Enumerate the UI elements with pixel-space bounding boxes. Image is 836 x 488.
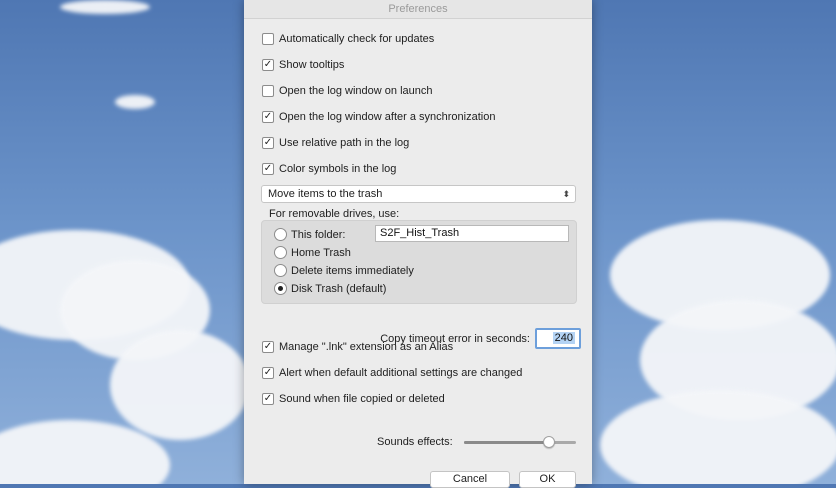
checkbox[interactable]: ✓ xyxy=(262,137,274,149)
checkbox[interactable] xyxy=(262,33,274,45)
checkbox[interactable] xyxy=(262,85,274,97)
chevron-updown-icon: ⬍ xyxy=(562,189,570,199)
trash-action-select[interactable]: Move items to the trash ⬍ xyxy=(261,185,576,203)
radio-home-trash[interactable]: Home Trash xyxy=(274,246,351,259)
radio-label: Disk Trash (default) xyxy=(291,282,387,295)
radio-button[interactable] xyxy=(274,282,287,295)
checkmark-icon: ✓ xyxy=(263,59,273,70)
removable-drives-label: For removable drives, use: xyxy=(269,208,400,220)
check-label: Manage ".lnk" extension as an Alias xyxy=(279,341,454,353)
check-alert-settings[interactable]: ✓ Alert when default additional settings… xyxy=(262,367,522,379)
check-label: Sound when file copied or deleted xyxy=(279,393,445,405)
radio-this-folder[interactable]: This folder: xyxy=(274,228,345,241)
preferences-window: Preferences Automatically check for upda… xyxy=(244,0,592,488)
checkmark-icon: ✓ xyxy=(263,367,273,378)
timeout-value: 240 xyxy=(552,332,575,344)
checkbox[interactable]: ✓ xyxy=(262,163,274,175)
radio-dot xyxy=(278,286,283,291)
check-sound-copy[interactable]: ✓ Sound when file copied or deleted xyxy=(262,393,445,405)
removable-drives-group: This folder: S2F_Hist_Trash Home Trash D… xyxy=(261,220,577,304)
sounds-slider[interactable] xyxy=(464,436,576,448)
cancel-button[interactable]: Cancel xyxy=(430,471,510,488)
check-label: Alert when default additional settings a… xyxy=(279,367,523,379)
checkmark-icon: ✓ xyxy=(263,393,273,404)
check-label: Show tooltips xyxy=(279,59,345,71)
folder-name-input[interactable]: S2F_Hist_Trash xyxy=(375,225,569,242)
check-label: Color symbols in the log xyxy=(279,163,397,175)
check-label: Open the log window after a synchronizat… xyxy=(279,111,496,123)
cloud xyxy=(115,95,155,109)
check-color-symbols[interactable]: ✓ Color symbols in the log xyxy=(262,163,396,175)
window-title: Preferences xyxy=(244,0,592,19)
radio-button[interactable] xyxy=(274,264,287,277)
check-lnk-alias[interactable]: ✓ Manage ".lnk" extension as an Alias xyxy=(262,341,453,353)
checkbox[interactable]: ✓ xyxy=(262,393,274,405)
checkmark-icon: ✓ xyxy=(263,163,273,174)
radio-button[interactable] xyxy=(274,228,287,241)
check-label: Automatically check for updates xyxy=(279,33,435,45)
sounds-label: Sounds effects: xyxy=(377,436,453,448)
cloud xyxy=(600,390,836,484)
cloud xyxy=(110,330,250,440)
cloud xyxy=(60,0,150,14)
check-log-on-launch[interactable]: Open the log window on launch xyxy=(262,85,433,97)
check-relative-path[interactable]: ✓ Use relative path in the log xyxy=(262,137,409,149)
ok-button[interactable]: OK xyxy=(519,471,576,488)
checkbox[interactable]: ✓ xyxy=(262,59,274,71)
slider-knob[interactable] xyxy=(543,436,556,448)
checkbox[interactable]: ✓ xyxy=(262,367,274,379)
radio-button[interactable] xyxy=(274,246,287,259)
radio-label: Home Trash xyxy=(291,246,351,259)
select-value: Move items to the trash xyxy=(268,188,383,200)
checkmark-icon: ✓ xyxy=(263,341,273,352)
check-auto-update[interactable]: Automatically check for updates xyxy=(262,33,434,45)
checkbox[interactable]: ✓ xyxy=(262,111,274,123)
check-show-tooltips[interactable]: ✓ Show tooltips xyxy=(262,59,344,71)
radio-label: Delete items immediately xyxy=(291,264,414,277)
timeout-input[interactable]: 240 xyxy=(535,328,581,349)
radio-disk-trash[interactable]: Disk Trash (default) xyxy=(274,282,386,295)
slider-fill xyxy=(464,441,550,444)
preferences-content: Automatically check for updates ✓ Show t… xyxy=(244,19,592,488)
checkmark-icon: ✓ xyxy=(263,111,273,122)
checkmark-icon: ✓ xyxy=(263,137,273,148)
check-label: Use relative path in the log xyxy=(279,137,410,149)
radio-label: This folder: xyxy=(291,228,346,241)
check-log-after-sync[interactable]: ✓ Open the log window after a synchroniz… xyxy=(262,111,495,123)
radio-delete-immediately[interactable]: Delete items immediately xyxy=(274,264,414,277)
check-label: Open the log window on launch xyxy=(279,85,433,97)
checkbox[interactable]: ✓ xyxy=(262,341,274,353)
